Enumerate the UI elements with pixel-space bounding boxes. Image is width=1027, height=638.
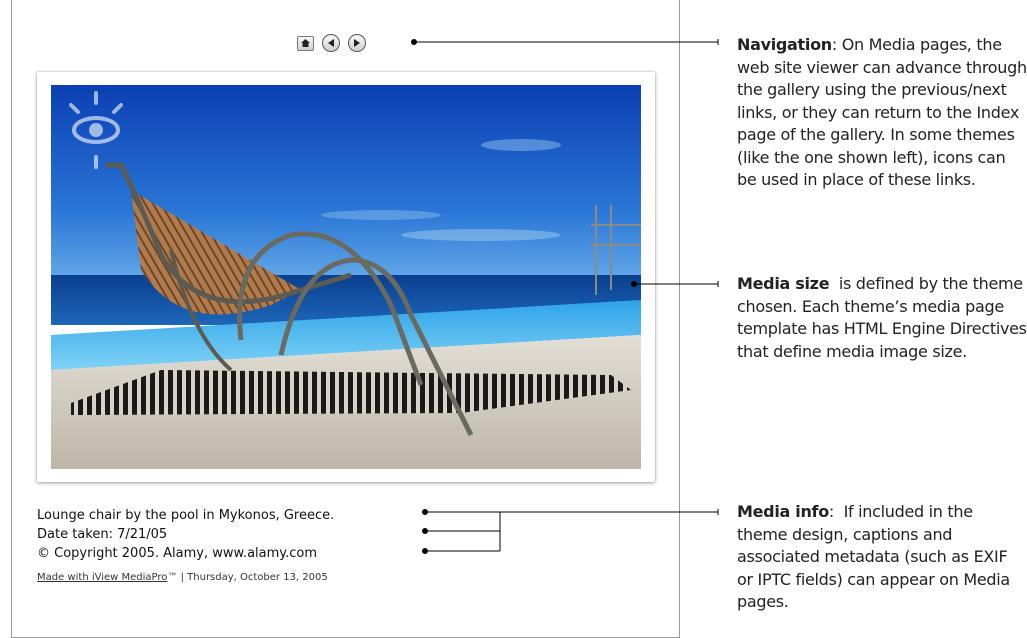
annotation-navigation-title: Navigation	[737, 35, 832, 54]
annotation-navigation: Navigation: On Media pages, the web site…	[737, 34, 1027, 192]
annotation-media-info: Media info: If included in the theme des…	[737, 501, 1027, 614]
annotation-navigation-text: : On Media pages, the web site viewer ca…	[737, 35, 1027, 189]
annotation-media-size: Media size is defined by the theme chose…	[737, 273, 1027, 363]
annotation-media-size-title: Media size	[737, 274, 830, 293]
annotation-media-info-title: Media info	[737, 502, 829, 521]
